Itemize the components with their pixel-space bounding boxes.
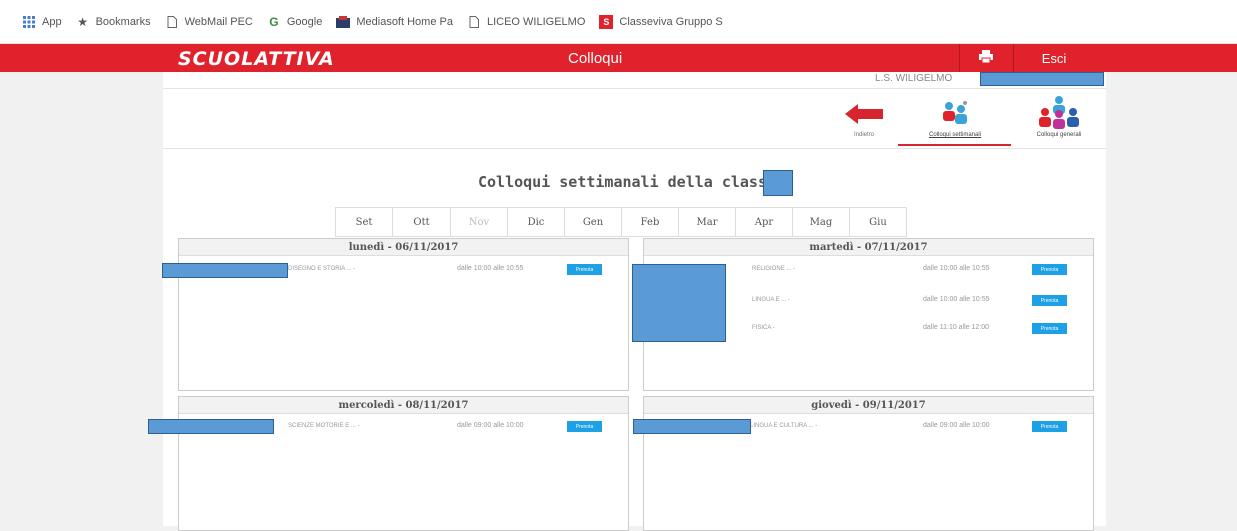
tab-month[interactable]: Giu xyxy=(849,207,907,237)
weekly-meetings-icon xyxy=(931,100,977,135)
bookmark-app[interactable]: App xyxy=(22,15,62,29)
redacted-block xyxy=(632,264,726,342)
bookmark-label: Classeviva Gruppo S xyxy=(619,15,723,28)
day-header: lunedì - 06/11/2017 xyxy=(179,239,628,256)
page-icon xyxy=(165,15,179,29)
redacted-block xyxy=(633,419,751,434)
tab-month[interactable]: Ott xyxy=(392,207,451,237)
meeting-time: dalle 10:00 alle 10:55 xyxy=(457,265,524,272)
bookmark-classeviva[interactable]: S Classeviva Gruppo S xyxy=(599,14,723,29)
meeting-subject: FISICA - xyxy=(752,325,775,331)
bookmark-label: LICEO WILIGELMO xyxy=(486,15,586,28)
meeting-time: dalle 11:10 alle 12:00 xyxy=(923,324,990,331)
tab-month[interactable]: Dic xyxy=(507,207,565,237)
meeting-time: dalle 10:00 alle 10:55 xyxy=(923,296,990,303)
meeting-subject: SCIENZE MOTORIE E ... - xyxy=(288,423,360,429)
day-header: mercoledì - 08/11/2017 xyxy=(179,397,628,414)
redacted-block xyxy=(162,263,288,278)
bookmark-label: Google xyxy=(286,15,323,28)
section-heading: Colloqui settimanali della classe xyxy=(478,173,777,191)
tab-month[interactable]: Set xyxy=(335,207,393,237)
tab-month[interactable]: Mar xyxy=(678,207,736,237)
redacted-block xyxy=(148,419,274,434)
bookmark-label: WebMail PEC xyxy=(184,15,253,28)
mediasoft-icon xyxy=(336,15,351,29)
bookmark-label: App xyxy=(42,15,62,28)
bookmark-webmail[interactable]: WebMail PEC xyxy=(165,15,253,29)
meeting-time: dalle 09:00 alle 10:00 xyxy=(457,422,524,429)
general-nav[interactable] xyxy=(1030,95,1090,133)
printer-icon xyxy=(979,50,993,66)
general-nav-label[interactable]: Colloqui generali xyxy=(1012,132,1106,138)
bookmark-mediasoft[interactable]: Mediasoft Home Pa xyxy=(336,15,453,29)
weekly-nav[interactable] xyxy=(925,100,985,134)
bookmark-bookmarks[interactable]: ★ Bookmarks xyxy=(76,14,151,29)
tab-month[interactable]: Apr xyxy=(735,207,793,237)
book-button[interactable]: Prenota xyxy=(1032,264,1067,275)
book-button[interactable]: Prenota xyxy=(1032,421,1067,432)
print-button[interactable] xyxy=(960,44,1012,72)
scuolattiva-logo[interactable]: SCUOLATTIVA xyxy=(178,48,335,70)
book-button[interactable]: Prenota xyxy=(1032,295,1067,306)
star-icon: ★ xyxy=(77,14,88,29)
page-icon xyxy=(467,15,481,29)
tab-month-selected[interactable]: Nov xyxy=(450,207,508,237)
apps-grid-icon xyxy=(22,15,36,29)
redacted-block xyxy=(763,170,793,196)
day-panel-thursday: giovedì - 09/11/2017 xyxy=(643,396,1094,531)
book-button[interactable]: Prenota xyxy=(567,421,602,432)
meeting-subject: LINGUA E ... - xyxy=(752,297,791,303)
logout-button[interactable]: Esci xyxy=(1014,44,1094,72)
redacted-block xyxy=(980,72,1104,86)
bookmark-label: Mediasoft Home Pa xyxy=(356,15,453,28)
meeting-time: dalle 09:00 alle 10:00 xyxy=(923,422,990,429)
bookmark-liceo[interactable]: LICEO WILIGELMO xyxy=(467,15,585,29)
day-header: giovedì - 09/11/2017 xyxy=(644,397,1093,414)
meeting-subject: DISEGNO E STORIA ... - xyxy=(288,266,356,272)
book-button[interactable]: Prenota xyxy=(567,264,602,275)
tab-month[interactable]: Feb xyxy=(621,207,679,237)
school-name: L.S. WILIGELMO xyxy=(875,73,953,84)
back-nav-label[interactable]: Indietro xyxy=(836,132,892,138)
classeviva-icon: S xyxy=(599,14,614,29)
day-panel-monday: lunedì - 06/11/2017 xyxy=(178,238,629,391)
bookmark-label: Bookmarks xyxy=(95,15,151,28)
meeting-subject: RELIGIONE ... - xyxy=(752,266,796,272)
general-meetings-icon xyxy=(1034,95,1084,136)
tab-month[interactable]: Mag xyxy=(792,207,850,237)
book-button[interactable]: Prenota xyxy=(1032,323,1067,334)
bookmark-google[interactable]: G Google xyxy=(267,15,322,29)
day-panel-wednesday: mercoledì - 08/11/2017 xyxy=(178,396,629,531)
page-title: Colloqui xyxy=(568,50,623,67)
tab-month[interactable]: Gen xyxy=(564,207,622,237)
day-header: martedì - 07/11/2017 xyxy=(644,239,1093,256)
google-icon: G xyxy=(269,14,279,29)
back-arrow-icon xyxy=(845,104,885,129)
meeting-time: dalle 10:00 alle 10:55 xyxy=(923,265,990,272)
meeting-subject: LINGUA E CULTURA ... - xyxy=(750,423,818,429)
weekly-nav-label[interactable]: Colloqui settimanali xyxy=(900,132,1010,138)
active-tab-underline xyxy=(898,144,1011,146)
section-separator xyxy=(163,148,1106,149)
bookmarks-bar: App ★ Bookmarks WebMail PEC G Google Med… xyxy=(0,0,1237,44)
month-tabs: Set Ott Nov Dic Gen Feb Mar Apr Mag Giu xyxy=(335,207,907,237)
header-separator xyxy=(163,88,1106,89)
